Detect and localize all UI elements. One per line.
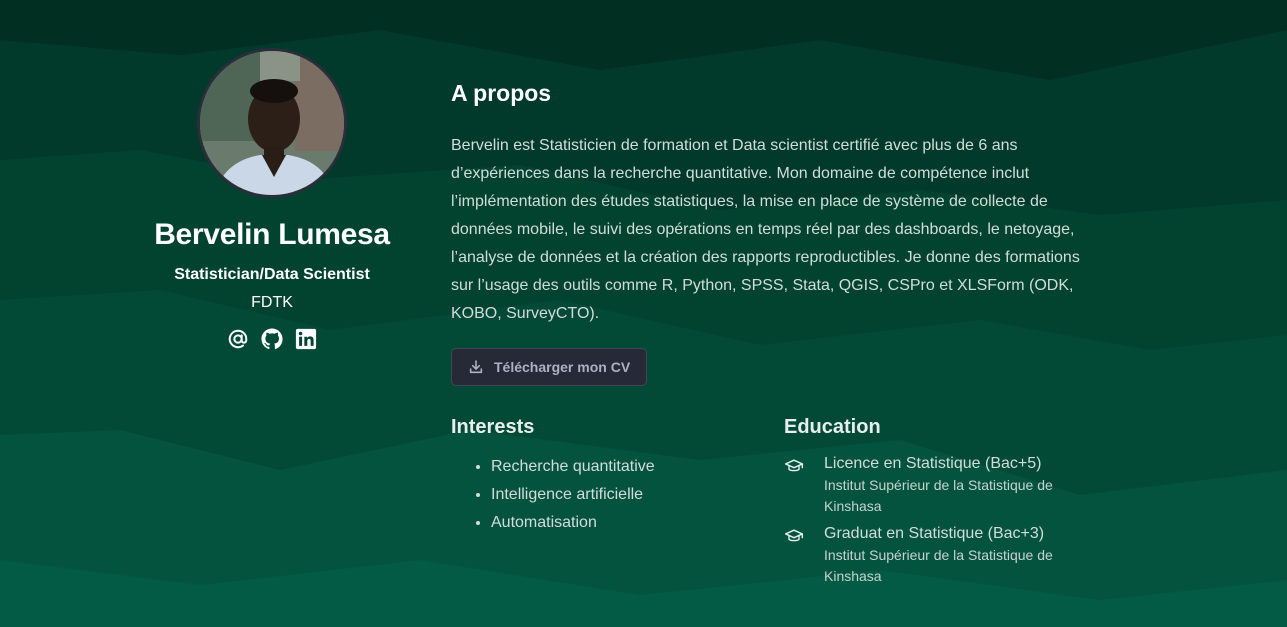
about-section: A propos Bervelin est Statisticien de fo… bbox=[451, 80, 1101, 386]
avatar-photo bbox=[200, 51, 344, 195]
list-item: Intelligence artificielle bbox=[491, 481, 751, 509]
profile-card: Bervelin Lumesa Statistician/Data Scient… bbox=[130, 48, 414, 350]
avatar bbox=[197, 48, 347, 198]
at-icon bbox=[228, 329, 248, 349]
profile-name: Bervelin Lumesa bbox=[154, 218, 390, 251]
download-cv-button[interactable]: Télécharger mon CV bbox=[451, 348, 648, 386]
linkedin-icon bbox=[295, 328, 317, 350]
list-item: Recherche quantitative bbox=[491, 453, 751, 481]
social-links bbox=[130, 328, 414, 350]
linkedin-link[interactable] bbox=[295, 328, 317, 350]
education-item: Graduat en Statistique (Bac+3) Institut … bbox=[784, 523, 1104, 587]
interests-title: Interests bbox=[451, 416, 535, 438]
interests-list: Recherche quantitative Intelligence arti… bbox=[451, 453, 751, 537]
email-link[interactable] bbox=[227, 328, 249, 350]
education-degree: Licence en Statistique (Bac+5) bbox=[824, 455, 1042, 472]
list-item: Automatisation bbox=[491, 509, 751, 537]
education-section: Education Licence en Statistique (Bac+5)… bbox=[784, 416, 1104, 587]
education-item: Licence en Statistique (Bac+5) Institut … bbox=[784, 453, 1104, 517]
download-cv-label: Télécharger mon CV bbox=[494, 359, 631, 375]
about-bio: Bervelin est Statisticien de formation e… bbox=[451, 137, 1080, 322]
education-institution: Institut Supérieur de la Statistique de … bbox=[824, 547, 1053, 584]
profile-organization: FDTK bbox=[251, 294, 293, 311]
download-icon bbox=[469, 360, 483, 374]
graduation-cap-icon bbox=[784, 529, 804, 542]
github-link[interactable] bbox=[261, 328, 283, 350]
education-degree: Graduat en Statistique (Bac+3) bbox=[824, 525, 1045, 542]
interests-section: Interests Recherche quantitative Intelli… bbox=[451, 416, 751, 537]
education-institution: Institut Supérieur de la Statistique de … bbox=[824, 477, 1053, 514]
github-icon bbox=[261, 328, 283, 350]
profile-role: Statistician/Data Scientist bbox=[174, 266, 370, 283]
education-title: Education bbox=[784, 416, 881, 438]
about-title: A propos bbox=[451, 80, 552, 106]
graduation-cap-icon bbox=[784, 459, 804, 472]
